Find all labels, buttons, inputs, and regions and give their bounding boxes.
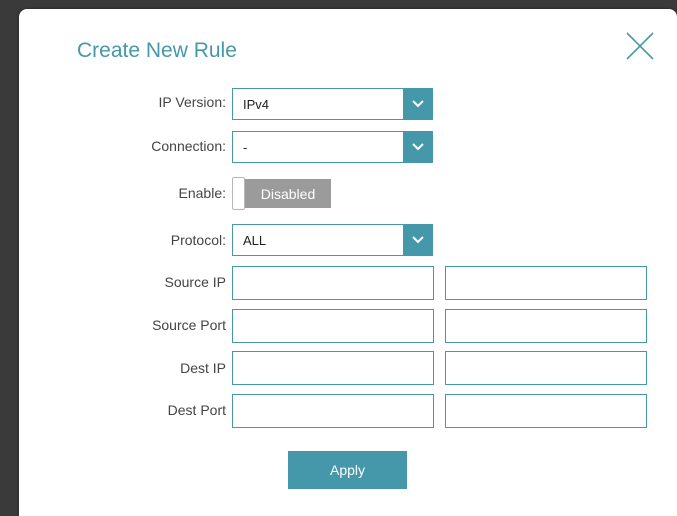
apply-button[interactable]: Apply xyxy=(288,451,407,489)
enable-label: Enable: xyxy=(178,185,226,201)
ip-version-value: IPv4 xyxy=(243,97,270,112)
connection-label: Connection: xyxy=(151,138,226,154)
source-ip-start-input[interactable] xyxy=(232,266,434,300)
dest-port-end-input[interactable] xyxy=(445,394,647,428)
toggle-knob xyxy=(232,177,245,210)
create-rule-dialog: Create New Rule IP Version: IPv4 Connect… xyxy=(19,9,677,516)
enable-toggle[interactable]: Disabled xyxy=(232,177,333,211)
protocol-select[interactable]: ALL xyxy=(232,224,433,256)
dest-ip-label: Dest IP xyxy=(180,360,226,376)
dest-ip-end-input[interactable] xyxy=(445,351,647,385)
dest-port-start-input[interactable] xyxy=(232,394,434,428)
ip-version-select[interactable]: IPv4 xyxy=(232,88,433,120)
close-icon[interactable] xyxy=(625,31,655,61)
source-ip-label: Source IP xyxy=(164,274,226,290)
source-port-end-input[interactable] xyxy=(445,309,647,343)
protocol-value: ALL xyxy=(243,233,267,248)
source-port-label: Source Port xyxy=(152,317,226,333)
chevron-down-icon xyxy=(403,225,432,255)
enable-toggle-state: Disabled xyxy=(245,179,331,208)
source-port-start-input[interactable] xyxy=(232,309,434,343)
connection-select[interactable]: - xyxy=(232,131,433,163)
ip-version-label: IP Version: xyxy=(158,94,226,110)
dest-port-label: Dest Port xyxy=(167,402,226,418)
chevron-down-icon xyxy=(403,89,432,119)
source-ip-end-input[interactable] xyxy=(445,266,647,300)
dialog-title: Create New Rule xyxy=(77,39,237,62)
chevron-down-icon xyxy=(403,132,432,162)
protocol-label: Protocol: xyxy=(170,232,226,248)
dest-ip-start-input[interactable] xyxy=(232,351,434,385)
connection-value: - xyxy=(243,140,248,155)
